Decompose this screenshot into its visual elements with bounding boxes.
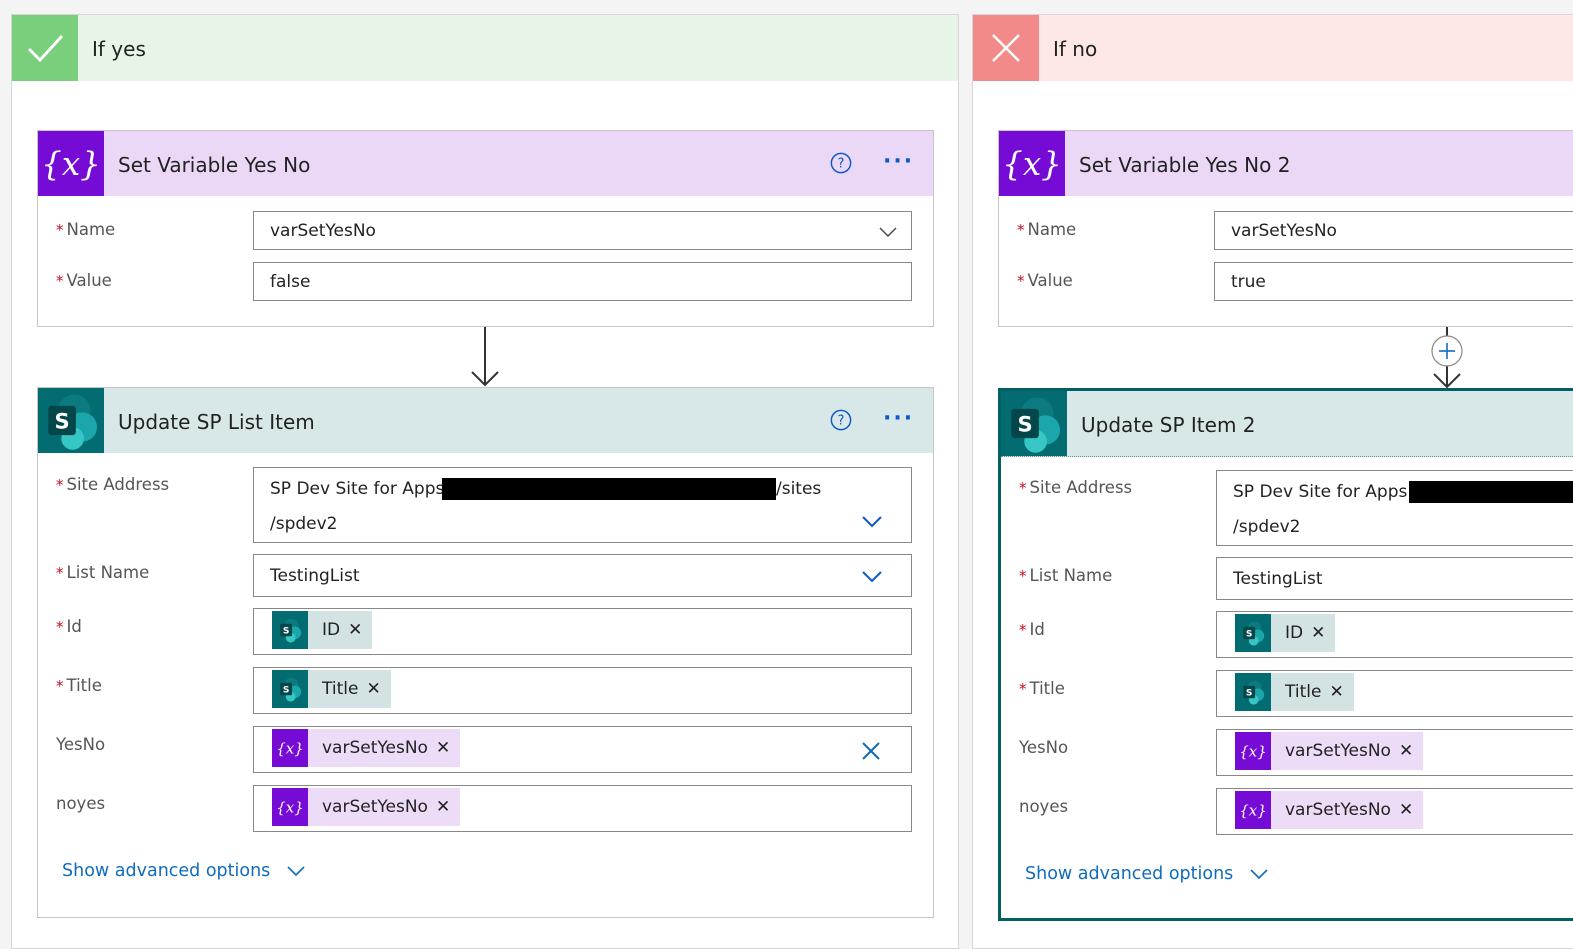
title-input[interactable]: Title ✕ [1216, 670, 1573, 717]
sharepoint-icon [1235, 673, 1271, 711]
value-input[interactable]: false [253, 262, 912, 301]
remove-token-icon[interactable]: ✕ [1391, 800, 1423, 820]
help-icon[interactable] [830, 409, 852, 431]
remove-token-icon[interactable]: ✕ [1303, 623, 1335, 643]
branch-label-yes: If yes [92, 37, 146, 61]
noyes-token[interactable]: varSetYesNo ✕ [272, 788, 461, 826]
set-variable-card: Set Variable Yes No 2 * Name varSetYesNo … [998, 130, 1573, 327]
value-label: * Value [1017, 271, 1073, 290]
variable-icon [1235, 791, 1271, 829]
list-name-dropdown[interactable]: TestingList [1216, 557, 1573, 600]
more-options-icon[interactable]: ··· [883, 151, 914, 173]
update-sp-item-title: Update SP List Item [118, 410, 315, 434]
sharepoint-icon [1001, 391, 1067, 456]
redacted-block [442, 478, 776, 500]
site-address-dropdown[interactable]: SP Dev Site for Apps - /sites /spdev2 [253, 467, 912, 543]
id-token[interactable]: ID ✕ [1235, 614, 1336, 652]
title-label: * Title [1019, 679, 1065, 698]
branch-label-no: If no [1053, 37, 1098, 61]
remove-token-icon[interactable]: ✕ [358, 679, 390, 699]
update-sp-item-card: Update SP List Item ··· * Site Address SP… [37, 387, 934, 918]
site-address-label: * Site Address [1019, 478, 1133, 497]
update-sp-item-title: Update SP Item 2 [1081, 413, 1256, 437]
variable-icon [272, 788, 308, 826]
branch-header-no[interactable]: If no [973, 15, 1573, 81]
yesno-label: YesNo [56, 735, 106, 754]
show-advanced-options-link[interactable]: Show advanced options [1025, 864, 1269, 884]
set-variable-title: Set Variable Yes No 2 [1079, 153, 1291, 177]
title-label: * Title [56, 676, 102, 695]
list-name-dropdown[interactable]: TestingList [253, 554, 912, 597]
title-input[interactable]: Title ✕ [253, 667, 912, 714]
name-label: * Name [56, 220, 116, 239]
chevron-down-icon[interactable] [878, 226, 898, 238]
name-label: * Name [1017, 220, 1077, 239]
chevron-down-icon[interactable] [862, 571, 882, 583]
sharepoint-icon [272, 611, 308, 649]
update-sp-item-header[interactable]: Update SP List Item ··· [38, 388, 933, 453]
variable-icon [999, 131, 1065, 196]
noyes-input[interactable]: varSetYesNo ✕ [253, 785, 912, 832]
yesno-input[interactable]: varSetYesNo ✕ [253, 726, 912, 773]
site-address-label: * Site Address [56, 475, 170, 494]
add-step-connector[interactable] [1428, 327, 1466, 389]
value-label: * Value [56, 271, 112, 290]
variable-icon [1235, 732, 1271, 770]
chevron-down-icon [287, 866, 305, 877]
name-dropdown[interactable]: varSetYesNo [1214, 211, 1573, 250]
yesno-label: YesNo [1019, 738, 1069, 757]
noyes-token[interactable]: varSetYesNo ✕ [1235, 791, 1424, 829]
id-label: * Id [1019, 620, 1045, 639]
site-address-dropdown[interactable]: SP Dev Site for Apps - /spdev2 [1216, 470, 1573, 546]
noyes-label: noyes [1019, 797, 1069, 816]
set-variable-title: Set Variable Yes No [118, 153, 311, 177]
remove-token-icon[interactable]: ✕ [340, 620, 372, 640]
yesno-token[interactable]: varSetYesNo ✕ [1235, 732, 1424, 770]
id-input[interactable]: ID ✕ [253, 608, 912, 655]
update-sp-item-card: Update SP Item 2 * Site Address SP Dev Si… [998, 388, 1573, 921]
noyes-input[interactable]: varSetYesNo ✕ [1216, 788, 1573, 835]
set-variable-card: Set Variable Yes No ··· * Name varSetYesN… [37, 130, 934, 327]
branch-if-yes: If yes Set Variable Yes No ··· * Name var… [11, 14, 959, 949]
name-dropdown[interactable]: varSetYesNo [253, 211, 912, 250]
variable-icon [272, 729, 308, 767]
remove-token-icon[interactable]: ✕ [1321, 682, 1353, 702]
more-options-icon[interactable]: ··· [883, 408, 914, 430]
redacted-block [1409, 481, 1573, 503]
list-name-label: * List Name [56, 563, 150, 582]
id-label: * Id [56, 617, 82, 636]
clear-field-icon[interactable] [862, 742, 880, 760]
list-name-label: * List Name [1019, 566, 1113, 585]
sharepoint-icon [1235, 614, 1271, 652]
remove-token-icon[interactable]: ✕ [428, 738, 460, 758]
update-sp-item-header[interactable]: Update SP Item 2 [1001, 391, 1573, 457]
title-token[interactable]: Title ✕ [272, 670, 391, 708]
sharepoint-icon [272, 670, 308, 708]
id-input[interactable]: ID ✕ [1216, 611, 1573, 658]
branch-if-no: If no Set Variable Yes No 2 * Name varSet… [972, 14, 1573, 949]
branch-header-yes[interactable]: If yes [12, 15, 958, 81]
value-input[interactable]: true [1214, 262, 1573, 301]
cross-icon [973, 15, 1039, 81]
yesno-input[interactable]: varSetYesNo ✕ [1216, 729, 1573, 776]
set-variable-header[interactable]: Set Variable Yes No ··· [38, 131, 933, 196]
variable-icon [38, 131, 104, 196]
remove-token-icon[interactable]: ✕ [428, 797, 460, 817]
id-token[interactable]: ID ✕ [272, 611, 373, 649]
remove-token-icon[interactable]: ✕ [1391, 741, 1423, 761]
chevron-down-icon[interactable] [862, 516, 882, 528]
yesno-token[interactable]: varSetYesNo ✕ [272, 729, 461, 767]
show-advanced-options-link[interactable]: Show advanced options [62, 861, 306, 881]
set-variable-header[interactable]: Set Variable Yes No 2 [999, 131, 1573, 196]
noyes-label: noyes [56, 794, 106, 813]
chevron-down-icon [1250, 869, 1268, 880]
help-icon[interactable] [830, 152, 852, 174]
title-token[interactable]: Title ✕ [1235, 673, 1354, 711]
sharepoint-icon [38, 388, 104, 453]
connector-arrow-icon [471, 327, 499, 387]
checkmark-icon [12, 15, 78, 81]
